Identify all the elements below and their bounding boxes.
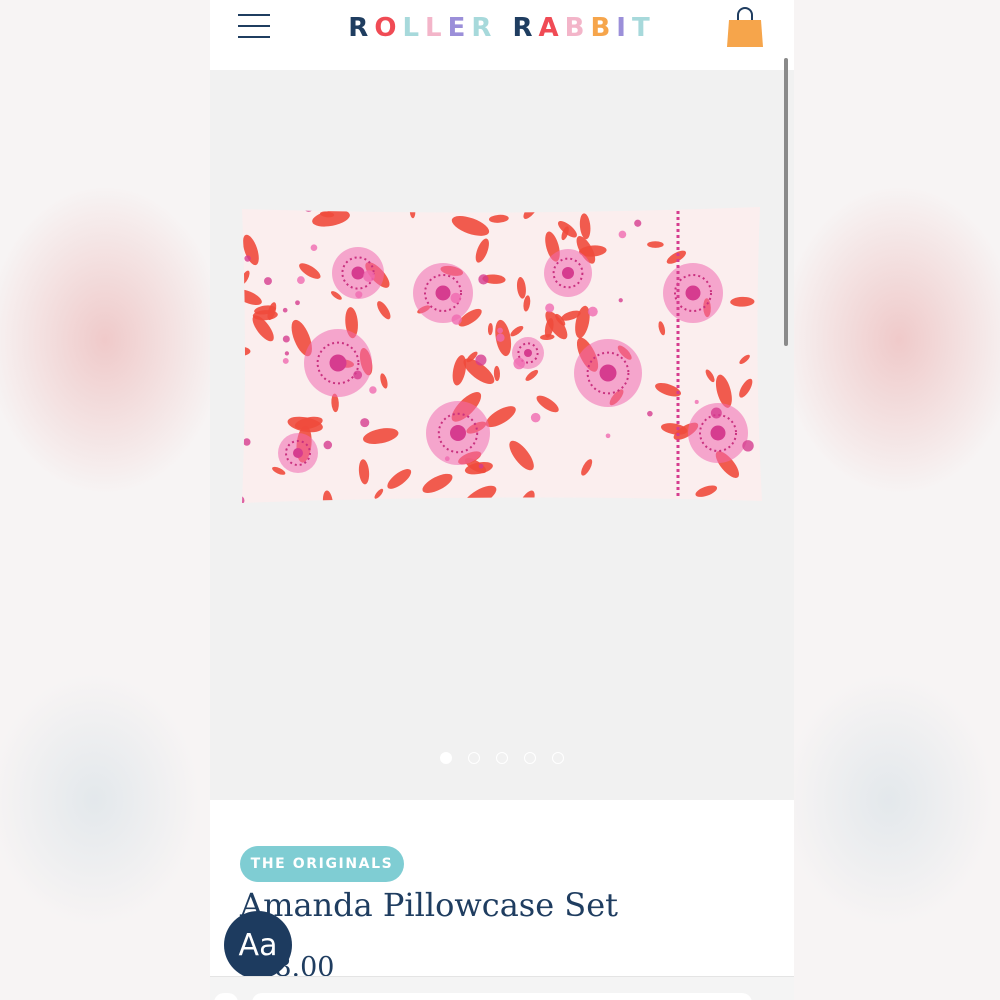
logo-letter bbox=[497, 13, 512, 43]
browser-address-bar[interactable] bbox=[252, 993, 752, 1000]
logo-letter: L bbox=[402, 13, 426, 43]
gallery-dot[interactable] bbox=[552, 752, 564, 764]
browser-tab-button[interactable] bbox=[214, 993, 238, 1000]
logo-letter: O bbox=[374, 13, 403, 43]
gallery-dot[interactable] bbox=[496, 752, 508, 764]
gallery-dot[interactable] bbox=[524, 752, 536, 764]
site-header: ROLLER RABBIT bbox=[210, 0, 794, 70]
gallery-dot[interactable] bbox=[440, 752, 452, 764]
product-title: Amanda Pillowcase Set bbox=[240, 886, 619, 924]
mobile-page: ROLLER RABBIT THE ORIGINALS Amanda Pillo… bbox=[210, 0, 794, 1000]
logo-letter: I bbox=[616, 13, 632, 43]
logo-letter: A bbox=[538, 13, 565, 43]
background-blur-left bbox=[0, 0, 210, 1000]
background-blur-right bbox=[794, 0, 1000, 1000]
logo-letter: B bbox=[564, 13, 591, 43]
browser-bottom-bar bbox=[210, 976, 794, 1000]
pillowcase-image bbox=[242, 207, 762, 503]
gallery-pagination bbox=[210, 752, 794, 764]
roller-rabbit-logo[interactable]: ROLLER RABBIT bbox=[210, 13, 794, 43]
logo-letter: B bbox=[590, 13, 617, 43]
logo-letter: T bbox=[631, 13, 656, 43]
scrollbar[interactable] bbox=[784, 58, 788, 346]
text-size-button[interactable]: Aa bbox=[224, 911, 292, 979]
logo-letter: R bbox=[512, 13, 539, 43]
gallery-dot[interactable] bbox=[468, 752, 480, 764]
collection-badge[interactable]: THE ORIGINALS bbox=[240, 846, 404, 882]
shopping-bag-icon[interactable] bbox=[725, 6, 765, 48]
logo-letter: R bbox=[471, 13, 498, 43]
logo-letter: L bbox=[425, 13, 448, 43]
logo-letter: R bbox=[348, 13, 375, 43]
product-image-gallery[interactable] bbox=[210, 70, 794, 800]
product-info: THE ORIGINALS Amanda Pillowcase Set $78.… bbox=[210, 800, 794, 1000]
logo-letter: E bbox=[447, 13, 472, 43]
